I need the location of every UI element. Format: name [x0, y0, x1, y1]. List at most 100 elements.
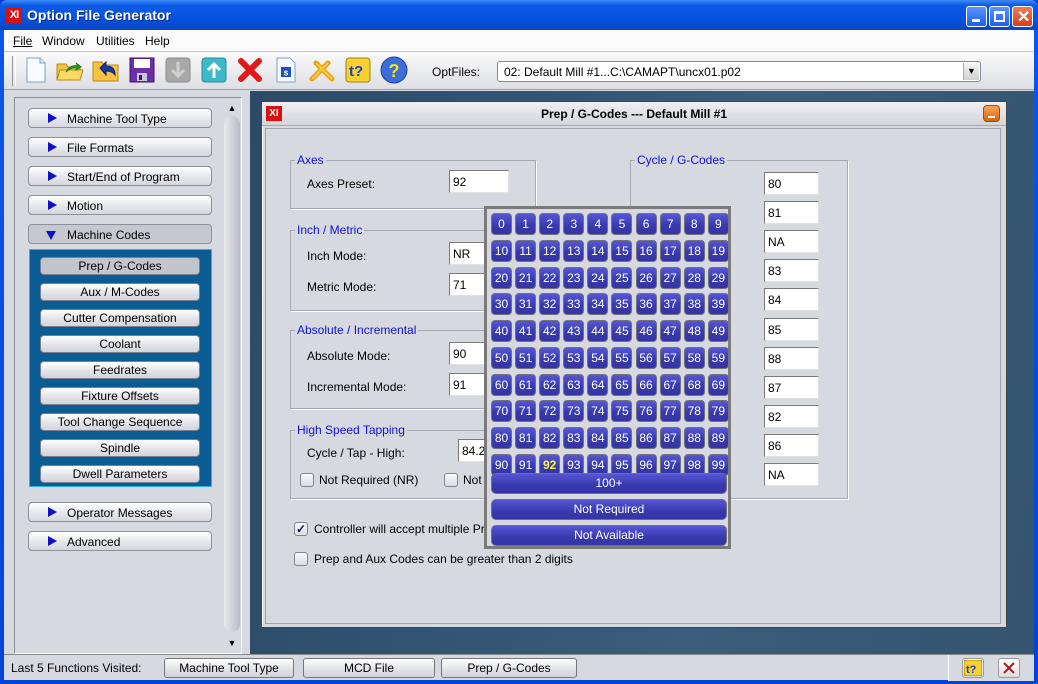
sub-item-tool-change-sequence[interactable]: Tool Change Sequence [40, 413, 200, 431]
number-button-23[interactable]: 23 [563, 266, 585, 289]
number-button-45[interactable]: 45 [611, 320, 633, 342]
toolbar-grip[interactable] [12, 56, 16, 86]
cycle-code-field-4[interactable]: 83 [764, 259, 819, 283]
nav-file-formats[interactable]: File Formats [28, 137, 212, 157]
sub-item-coolant[interactable]: Coolant [40, 335, 200, 353]
number-button-63[interactable]: 63 [563, 373, 585, 396]
number-button-41[interactable]: 41 [515, 320, 537, 342]
menu-file[interactable]: File [13, 34, 32, 48]
number-button-48[interactable]: 48 [683, 320, 705, 342]
number-button-25[interactable]: 25 [611, 266, 633, 289]
number-button-80[interactable]: 80 [491, 427, 512, 449]
number-button-66[interactable]: 66 [635, 373, 657, 396]
number-button-77[interactable]: 77 [659, 400, 681, 423]
not-required-checkbox[interactable] [300, 473, 314, 487]
axes-preset-field[interactable]: 92 [449, 170, 509, 193]
number-button-76[interactable]: 76 [635, 400, 657, 423]
number-button-74[interactable]: 74 [587, 400, 609, 423]
cycle-code-field-8[interactable]: 87 [764, 375, 819, 399]
internal-title-bar[interactable]: XI Prep / G-Codes --- Default Mill #1 [262, 102, 1006, 126]
cycle-code-field-9[interactable]: 82 [764, 404, 819, 428]
internal-minimize-button[interactable] [983, 105, 1000, 122]
number-button-34[interactable]: 34 [587, 293, 609, 316]
number-button-40[interactable]: 40 [491, 320, 512, 342]
number-button-68[interactable]: 68 [683, 373, 705, 396]
number-button-89[interactable]: 89 [707, 427, 729, 449]
number-button-10[interactable]: 10 [491, 239, 512, 262]
context-help-button-small[interactable]: t? [962, 658, 984, 678]
number-button-83[interactable]: 83 [563, 427, 585, 449]
number-button-12[interactable]: 12 [539, 239, 561, 262]
sub-item-feedrates[interactable]: Feedrates [40, 361, 200, 379]
sub-item-fixture-offsets[interactable]: Fixture Offsets [40, 387, 200, 405]
number-button-15[interactable]: 15 [611, 239, 633, 262]
sub-item-spindle[interactable]: Spindle [40, 439, 200, 457]
number-button-22[interactable]: 22 [539, 266, 561, 289]
maximize-button[interactable] [989, 6, 1010, 27]
codes-over-2-digits-checkbox[interactable] [294, 552, 308, 566]
title-bar[interactable]: XI Option File Generator ✕ [0, 0, 1038, 30]
number-button-55[interactable]: 55 [611, 346, 633, 369]
number-button-59[interactable]: 59 [707, 346, 729, 369]
script-button[interactable]: s [272, 56, 300, 84]
number-button-57[interactable]: 57 [659, 346, 681, 369]
minimize-button[interactable] [966, 6, 987, 27]
dropdown-arrow-icon[interactable]: ▼ [963, 63, 979, 80]
number-button-24[interactable]: 24 [587, 266, 609, 289]
number-button-49[interactable]: 49 [707, 320, 729, 342]
sub-item-aux-m-codes[interactable]: Aux / M-Codes [40, 283, 200, 301]
number-button-61[interactable]: 61 [515, 373, 537, 396]
number-button-71[interactable]: 71 [515, 400, 537, 423]
number-button-27[interactable]: 27 [659, 266, 681, 289]
number-button-43[interactable]: 43 [563, 320, 585, 342]
number-button-65[interactable]: 65 [611, 373, 633, 396]
number-button-37[interactable]: 37 [659, 293, 681, 316]
number-button-21[interactable]: 21 [515, 266, 537, 289]
number-button-86[interactable]: 86 [635, 427, 657, 449]
number-button-28[interactable]: 28 [683, 266, 705, 289]
number-button-16[interactable]: 16 [635, 239, 657, 262]
number-button-19[interactable]: 19 [707, 239, 729, 262]
nav-start-end-program[interactable]: Start/End of Program [28, 166, 212, 186]
number-button-30[interactable]: 30 [491, 293, 512, 316]
number-button-84[interactable]: 84 [587, 427, 609, 449]
number-button-36[interactable]: 36 [635, 293, 657, 316]
number-button-39[interactable]: 39 [707, 293, 729, 316]
number-button-29[interactable]: 29 [707, 266, 729, 289]
menu-utilities[interactable]: Utilities [96, 34, 135, 48]
cycle-code-field-10[interactable]: 86 [764, 433, 819, 457]
number-button-38[interactable]: 38 [683, 293, 705, 316]
scroll-up-icon[interactable]: ▲ [224, 100, 240, 116]
cycle-code-field-1[interactable]: 80 [764, 172, 819, 195]
number-button-51[interactable]: 51 [515, 346, 537, 369]
number-button-60[interactable]: 60 [491, 373, 512, 396]
number-button-33[interactable]: 33 [563, 293, 585, 316]
number-button-26[interactable]: 26 [635, 266, 657, 289]
number-button-14[interactable]: 14 [587, 239, 609, 262]
more-100-button[interactable]: 100+ [491, 473, 727, 494]
scroll-thumb[interactable] [224, 116, 240, 632]
number-button-72[interactable]: 72 [539, 400, 561, 423]
context-help-button[interactable]: t? [344, 56, 372, 84]
number-button-1[interactable]: 1 [515, 213, 537, 235]
number-button-79[interactable]: 79 [707, 400, 729, 423]
number-button-42[interactable]: 42 [539, 320, 561, 342]
not-required-button[interactable]: Not Required [491, 499, 727, 520]
number-button-52[interactable]: 52 [539, 346, 561, 369]
nav-machine-tool-type[interactable]: Machine Tool Type [28, 108, 212, 128]
exit-button[interactable] [998, 658, 1020, 678]
cycle-code-field-7[interactable]: 88 [764, 346, 819, 370]
revert-button[interactable] [92, 56, 120, 84]
tools-button[interactable] [308, 56, 336, 84]
cycle-code-field-3[interactable]: NA [764, 230, 819, 254]
help-button[interactable]: ? [380, 56, 408, 84]
number-button-70[interactable]: 70 [491, 400, 512, 423]
number-button-6[interactable]: 6 [635, 213, 657, 235]
nav-operator-messages[interactable]: Operator Messages [28, 502, 212, 522]
number-button-75[interactable]: 75 [611, 400, 633, 423]
number-button-2[interactable]: 2 [539, 213, 561, 235]
not-available-button[interactable]: Not Available [491, 525, 727, 546]
number-button-31[interactable]: 31 [515, 293, 537, 316]
number-button-46[interactable]: 46 [635, 320, 657, 342]
nav-motion[interactable]: Motion [28, 195, 212, 215]
